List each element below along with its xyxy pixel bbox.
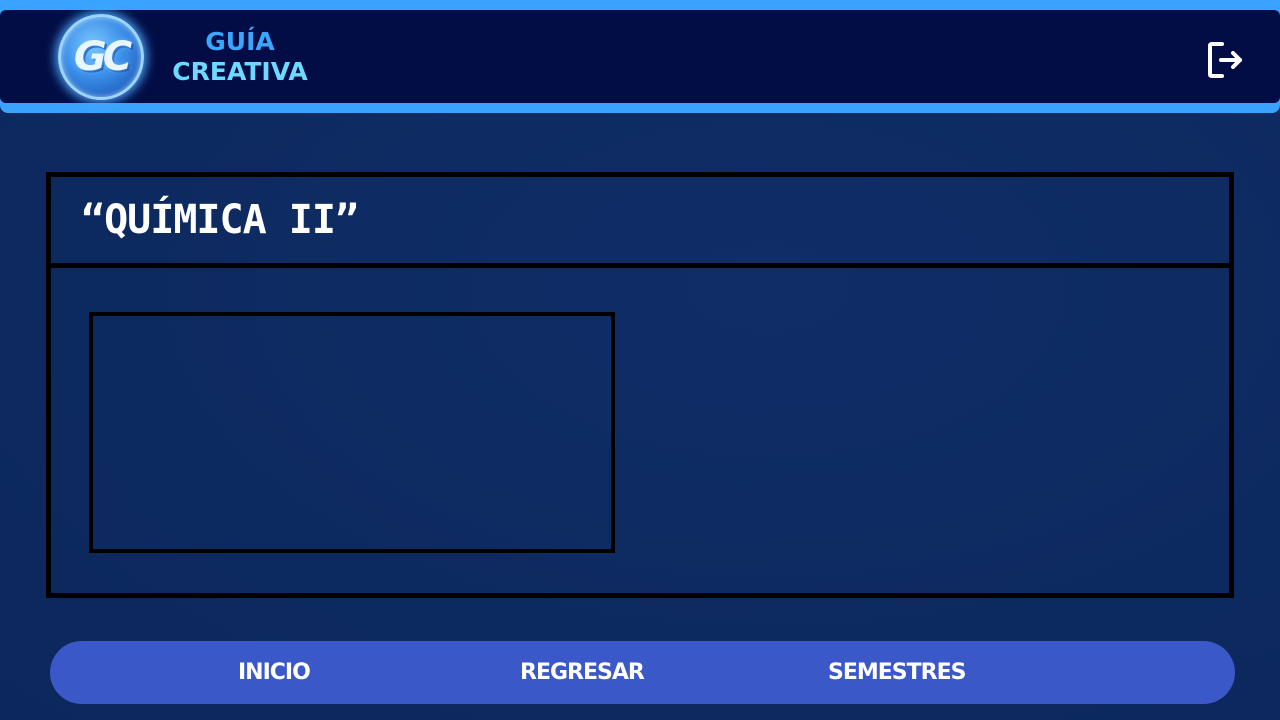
brand-name-line1: GUÍA <box>205 27 275 56</box>
panel-title-bar: “QUÍMICA II” <box>51 177 1229 268</box>
nav-semestres-button[interactable]: SEMESTRES <box>828 641 966 704</box>
footer-nav: INICIO REGRESAR SEMESTRES <box>50 641 1235 704</box>
logout-icon[interactable] <box>1206 40 1246 80</box>
nav-inicio-button[interactable]: INICIO <box>238 641 311 704</box>
logo-text: GC <box>73 34 132 80</box>
content-placeholder-box <box>89 312 615 553</box>
logo[interactable]: GC <box>58 14 144 100</box>
brand-name-line2: CREATIVA <box>172 57 308 86</box>
subject-panel: “QUÍMICA II” <box>46 172 1234 598</box>
header-bar: GC GUÍA CREATIVA <box>0 0 1280 113</box>
nav-regresar-button[interactable]: REGRESAR <box>520 641 645 704</box>
page-title: “QUÍMICA II” <box>81 197 359 243</box>
